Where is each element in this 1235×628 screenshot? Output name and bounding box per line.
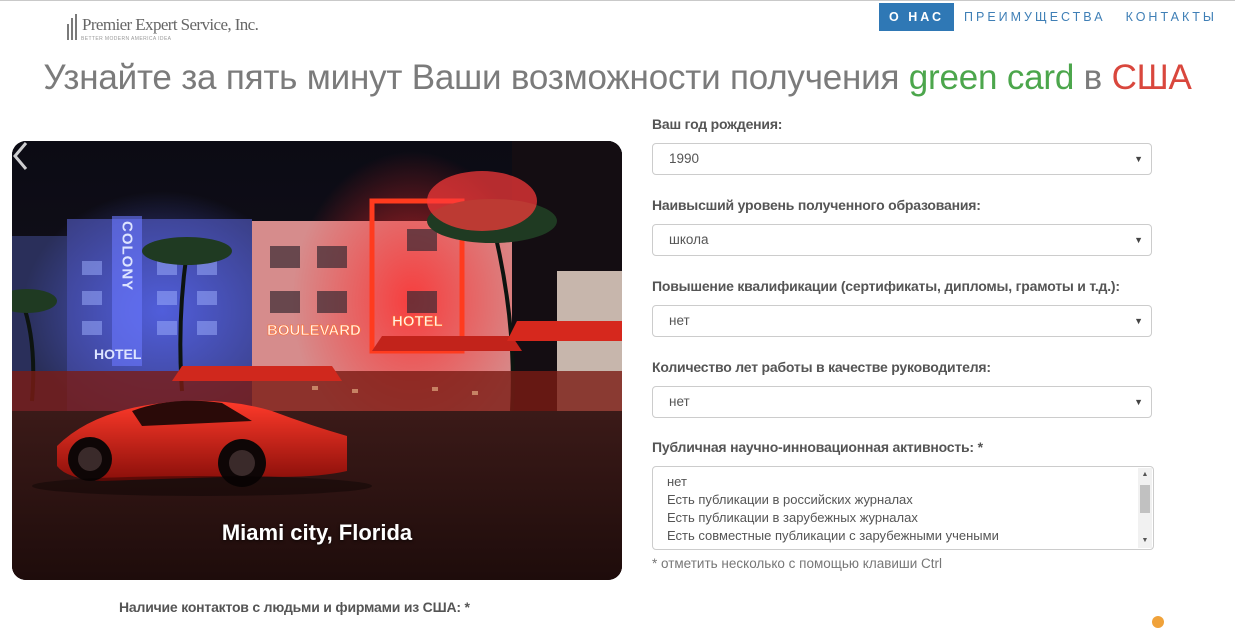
multiselect-hint: * отметить несколько с помощью клавиши C…	[652, 556, 943, 571]
title-part2: в	[1074, 58, 1112, 97]
scrollbar-thumb[interactable]	[1140, 485, 1150, 513]
chevron-down-icon: ▼	[1134, 397, 1143, 407]
chat-widget-icon[interactable]	[1152, 616, 1164, 628]
chevron-down-icon: ▼	[1134, 316, 1143, 326]
top-border	[0, 0, 1235, 1]
nav-contacts[interactable]: КОНТАКТЫ	[1116, 3, 1227, 31]
management-years-select[interactable]: нет ▼	[652, 386, 1152, 418]
hero-caption: Miami city, Florida	[221, 520, 413, 545]
title-green-card: green card	[908, 58, 1075, 97]
nav-advantages[interactable]: ПРЕИМУЩЕСТВА	[954, 3, 1116, 31]
chevron-down-icon: ▼	[1134, 154, 1143, 164]
title-usa: США	[1111, 58, 1192, 97]
research-option[interactable]: Есть публикации в российских журналах	[653, 491, 1153, 509]
sign-hotel-right: HOTEL	[392, 313, 443, 330]
carousel-prev-icon[interactable]	[12, 141, 28, 171]
us-contacts-label: Наличие контактов с людьми и фирмами из …	[119, 599, 470, 615]
sign-boulevard: BOULEVARD	[267, 322, 361, 339]
education-value: школа	[669, 232, 709, 247]
scroll-up-icon[interactable]: ▲	[1138, 468, 1152, 482]
qualification-select[interactable]: нет ▼	[652, 305, 1152, 337]
research-activity-multiselect[interactable]: нет Есть публикации в российских журнала…	[652, 466, 1154, 550]
page-title: Узнайте за пять минут Ваши возможности п…	[0, 58, 1235, 98]
research-activity-label: Публичная научно-инновационная активност…	[652, 439, 983, 455]
qualification-value: нет	[669, 313, 690, 328]
research-option[interactable]: Есть публикации в зарубежных журналах	[653, 509, 1153, 527]
birth-year-select[interactable]: 1990 ▼	[652, 143, 1152, 175]
sign-colony: COLONY	[119, 221, 136, 291]
logo-name: Premier Expert Service, Inc.	[82, 15, 259, 34]
chevron-down-icon: ▼	[1134, 235, 1143, 245]
hero-carousel-image[interactable]: COLONY HOTEL BOULEVARD HOTEL Miami city,…	[12, 141, 622, 580]
research-option[interactable]: Есть совместные публикации с зарубежными…	[653, 527, 1153, 545]
birth-year-value: 1990	[669, 151, 700, 166]
birth-year-label: Ваш год рождения:	[652, 116, 783, 132]
sign-hotel-left: HOTEL	[94, 346, 142, 362]
management-years-label: Количество лет работы в качестве руковод…	[652, 359, 991, 375]
listbox-scrollbar[interactable]: ▲ ▼	[1138, 468, 1152, 548]
research-option[interactable]: нет	[653, 473, 1153, 491]
title-part1: Узнайте за пять минут Ваши возможности п…	[43, 58, 909, 97]
scroll-down-icon[interactable]: ▼	[1138, 534, 1152, 548]
logo-tagline: BETTER MODERN AMERICA IDEA	[81, 36, 172, 42]
miami-night-illustration: COLONY HOTEL BOULEVARD HOTEL	[12, 141, 622, 580]
company-logo[interactable]: Premier Expert Service, Inc. BETTER MODE…	[66, 14, 259, 44]
building-logo-icon	[66, 14, 80, 40]
main-nav: О НАС ПРЕИМУЩЕСТВА КОНТАКТЫ	[879, 3, 1227, 31]
education-label: Наивысший уровень полученного образовани…	[652, 197, 981, 213]
qualification-label: Повышение квалификации (сертификаты, дип…	[652, 278, 1120, 294]
nav-about[interactable]: О НАС	[879, 3, 954, 31]
education-select[interactable]: школа ▼	[652, 224, 1152, 256]
management-years-value: нет	[669, 394, 690, 409]
